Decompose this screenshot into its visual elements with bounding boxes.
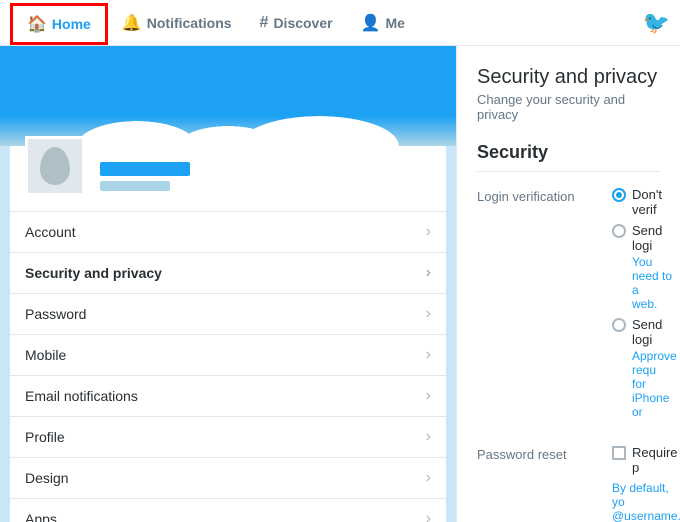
radio-send-login-2-text: Send logi <box>632 317 677 347</box>
radio-dont-verify-text: Don't verif <box>632 187 677 217</box>
menu-item-mobile[interactable]: Mobile › <box>10 335 446 376</box>
nav-discover-label: Discover <box>273 15 332 31</box>
menu-item-design[interactable]: Design › <box>10 458 446 499</box>
radio-dont-verify: Don't verif <box>612 187 677 217</box>
home-icon: 🏠 <box>27 14 47 34</box>
password-reset-label: Password reset <box>477 445 597 522</box>
nav-me-label: Me <box>386 15 405 31</box>
chevron-right-icon: › <box>426 346 431 364</box>
person-icon: 👤 <box>361 13 381 33</box>
main-content: Account › Security and privacy › Passwor… <box>0 46 680 522</box>
menu-item-profile[interactable]: Profile › <box>10 417 446 458</box>
nav-home[interactable]: 🏠 Home <box>10 3 108 45</box>
radio-send-login-1-text: Send logi <box>632 223 677 253</box>
menu-email-label: Email notifications <box>25 388 138 404</box>
menu-security-label: Security and privacy <box>25 265 162 281</box>
section-subtitle: Change your security and privacy <box>477 92 660 122</box>
login-verification-row: Login verification Don't verif Send logi… <box>477 187 660 425</box>
profile-username-bar <box>100 181 170 191</box>
avatar <box>25 136 85 196</box>
hash-icon: # <box>260 14 269 32</box>
nav-me[interactable]: 👤 Me <box>347 0 419 46</box>
chevron-right-icon: › <box>426 469 431 487</box>
radio-send-login-1-dot[interactable] <box>612 224 626 238</box>
menu-item-security[interactable]: Security and privacy › <box>10 253 446 294</box>
password-reset-checkbox[interactable] <box>612 446 626 460</box>
login-verification-label: Login verification <box>477 187 597 425</box>
radio-dont-verify-dot[interactable] <box>612 188 626 202</box>
menu-apps-label: Apps <box>25 511 57 522</box>
menu-password-label: Password <box>25 306 86 322</box>
twitter-logo: 🐦 <box>643 10 670 36</box>
nav-notifications-label: Notifications <box>147 15 232 31</box>
menu-item-email[interactable]: Email notifications › <box>10 376 446 417</box>
password-reset-checkbox-option: Require p <box>612 445 680 475</box>
nav-home-label: Home <box>52 16 91 32</box>
password-reset-subtext: By default, yo@username.address or p <box>612 481 680 522</box>
menu-item-password[interactable]: Password › <box>10 294 446 335</box>
password-reset-checkbox-text: Require p <box>632 445 680 475</box>
menu-mobile-label: Mobile <box>25 347 66 363</box>
bell-icon: 🔔 <box>122 13 142 33</box>
left-panel: Account › Security and privacy › Passwor… <box>0 46 456 522</box>
profile-section <box>10 146 446 212</box>
profile-name-area <box>100 162 190 191</box>
chevron-right-icon: › <box>426 510 431 522</box>
nav-notifications[interactable]: 🔔 Notifications <box>108 0 246 46</box>
password-reset-options: Require p By default, yo@username.addres… <box>612 445 680 522</box>
radio-send-login-2: Send logi Approve requfor iPhone or <box>612 317 677 419</box>
radio-send-login-2-subtext: Approve requfor iPhone or <box>632 349 677 419</box>
chevron-right-icon: › <box>426 223 431 241</box>
right-panel: Security and privacy Change your securit… <box>456 46 680 522</box>
avatar-egg <box>40 147 70 185</box>
chevron-right-icon: › <box>426 264 431 282</box>
menu-item-account[interactable]: Account › <box>10 212 446 253</box>
security-header: Security <box>477 142 660 172</box>
radio-send-login-2-dot[interactable] <box>612 318 626 332</box>
menu-account-label: Account <box>25 224 76 240</box>
menu-profile-label: Profile <box>25 429 65 445</box>
radio-send-login-1: Send logi You need to aweb. <box>612 223 677 311</box>
top-nav: 🏠 Home 🔔 Notifications # Discover 👤 Me 🐦 <box>0 0 680 46</box>
settings-menu: Account › Security and privacy › Passwor… <box>10 212 446 522</box>
radio-send-login-1-subtext: You need to aweb. <box>632 255 677 311</box>
login-verification-options: Don't verif Send logi You need to aweb. … <box>612 187 677 425</box>
nav-discover[interactable]: # Discover <box>246 0 347 46</box>
section-title: Security and privacy <box>477 66 660 89</box>
menu-item-apps[interactable]: Apps › <box>10 499 446 522</box>
chevron-right-icon: › <box>426 305 431 323</box>
password-reset-row: Password reset Require p By default, yo@… <box>477 445 660 522</box>
chevron-right-icon: › <box>426 428 431 446</box>
profile-name-bar <box>100 162 190 176</box>
profile-banner <box>0 46 456 146</box>
menu-design-label: Design <box>25 470 69 486</box>
chevron-right-icon: › <box>426 387 431 405</box>
